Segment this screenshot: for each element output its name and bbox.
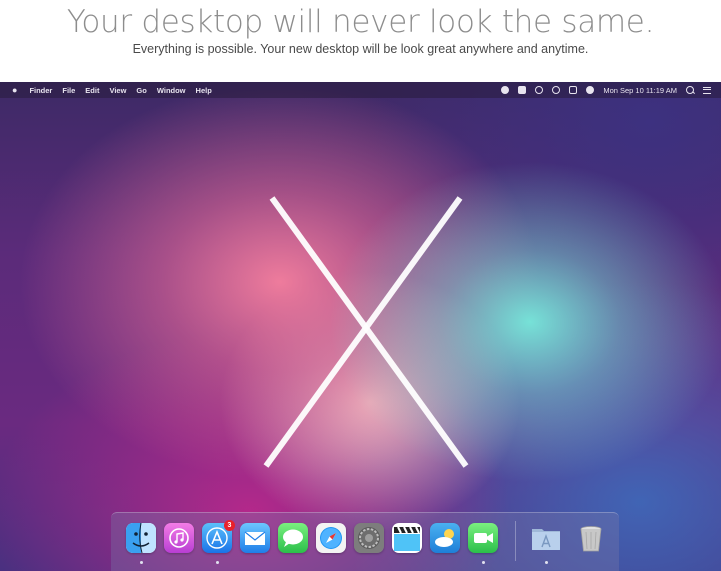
menu-finder[interactable]: Finder	[29, 86, 52, 95]
os-x-logo	[263, 196, 469, 468]
notification-center-icon[interactable]	[703, 86, 711, 94]
running-indicator	[216, 561, 219, 564]
notification-badge: 3	[224, 520, 235, 531]
volume-icon[interactable]	[586, 86, 595, 94]
applications-folder-icon[interactable]	[531, 523, 561, 553]
running-indicator	[140, 561, 143, 564]
mail-icon[interactable]	[240, 523, 270, 553]
spotlight-search-icon[interactable]	[686, 86, 694, 94]
finder-icon[interactable]	[126, 523, 156, 553]
hero-subtitle: Everything is possible. Your new desktop…	[132, 42, 589, 56]
dropbox-icon[interactable]	[501, 86, 510, 94]
menu-bar: ● Finder File Edit View Go Window Help M…	[0, 82, 721, 98]
dock: 3	[111, 512, 619, 571]
desktop[interactable]: ● Finder File Edit View Go Window Help M…	[0, 82, 721, 571]
page: Your desktop will never look the same. E…	[0, 0, 721, 571]
dock-separator	[515, 521, 516, 561]
running-indicator	[482, 561, 485, 564]
trash-icon[interactable]	[576, 523, 606, 553]
clapper-icon[interactable]	[392, 523, 422, 553]
hero-banner: Your desktop will never look the same. E…	[0, 0, 721, 82]
menu-window[interactable]: Window	[157, 86, 186, 95]
hero-title: Your desktop will never look the same.	[66, 4, 655, 40]
apple-menu-icon[interactable]: ●	[12, 85, 17, 95]
menu-view[interactable]: View	[109, 86, 126, 95]
sync-icon[interactable]	[552, 86, 561, 94]
facetime-icon[interactable]	[468, 523, 498, 553]
safari-icon[interactable]	[316, 523, 346, 553]
messages-icon[interactable]	[278, 523, 308, 553]
menu-file[interactable]: File	[62, 86, 75, 95]
storage-icon[interactable]	[518, 86, 527, 94]
menu-edit[interactable]: Edit	[85, 86, 99, 95]
menu-help[interactable]: Help	[196, 86, 212, 95]
weather-icon[interactable]	[430, 523, 460, 553]
gear-icon[interactable]	[354, 523, 384, 553]
bluetooth-icon[interactable]	[569, 86, 578, 94]
running-indicator	[545, 561, 548, 564]
chat-icon[interactable]	[535, 86, 544, 94]
menu-clock[interactable]: Mon Sep 10 11:19 AM	[603, 86, 677, 95]
itunes-icon[interactable]	[164, 523, 194, 553]
menu-go[interactable]: Go	[136, 86, 146, 95]
